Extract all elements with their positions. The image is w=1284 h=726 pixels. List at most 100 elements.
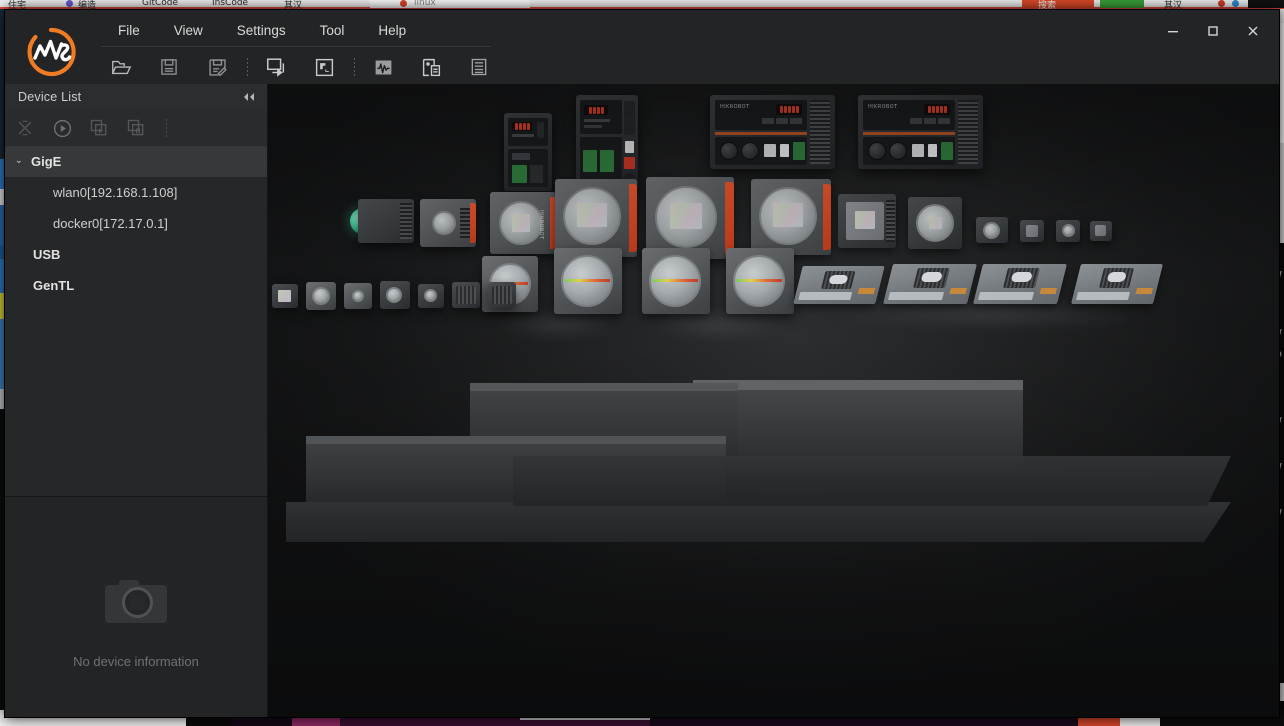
window-controls (1153, 18, 1273, 44)
device-list-header: Device List (5, 84, 267, 111)
background-browser-tabstrip: 住宅 编造 GitCode InsCode 其汉 linux 搜索 其汉 (0, 0, 1284, 9)
batch-stop-icon[interactable] (119, 114, 153, 142)
controller-large-2: HIKROBOT (858, 95, 983, 169)
save-icon[interactable] (149, 52, 189, 82)
bg-text-1: 住宅 (8, 1, 27, 9)
camera-tiny-7 (488, 282, 516, 308)
bg-dot-2 (400, 0, 407, 7)
menu-settings[interactable]: Settings (220, 20, 303, 41)
bg-chip-4 (1248, 0, 1284, 8)
batch-start-icon[interactable] (82, 114, 116, 142)
refresh-devices-icon[interactable] (8, 114, 42, 142)
tree-group-gige[interactable]: ⌄ GigE (5, 146, 267, 177)
frame-grabber-2 (883, 264, 977, 304)
frame-grabber-1 (793, 266, 885, 304)
camera-area-1: HIKROBOT (490, 192, 556, 254)
bg-chip-1 (370, 0, 530, 8)
mvs-application-window: File View Settings Tool Help Device List… (4, 9, 1280, 718)
log-list-icon[interactable] (459, 52, 499, 82)
minimize-button[interactable] (1153, 18, 1193, 44)
menu-file[interactable]: File (101, 20, 157, 41)
bg-dot-4 (1232, 0, 1239, 7)
bg-dot-3 (1218, 0, 1225, 7)
splash-image: HIKROBOT HIKROBOT HIKROBOT (268, 84, 1279, 717)
platform-floor-2 (513, 456, 1231, 506)
tree-group-usb[interactable]: USB (5, 239, 267, 270)
close-button[interactable] (1233, 18, 1273, 44)
play-icon[interactable] (45, 114, 79, 142)
controller-large-1: HIKROBOT (710, 95, 835, 169)
bg-text-7: 搜索 (1038, 1, 1057, 9)
open-folder-icon[interactable] (101, 52, 141, 82)
camera-mini-2 (1020, 220, 1044, 242)
chevron-down-icon: ⌄ (15, 155, 23, 165)
roi-frame-icon[interactable] (304, 52, 344, 82)
bg-text-4: InsCode (212, 0, 249, 8)
camera-area-4 (751, 179, 831, 255)
camera-compact-1 (420, 199, 476, 247)
camera-tiny-1 (272, 284, 298, 308)
camera-tiny-5 (418, 284, 444, 308)
device-info-empty-state: No device information (5, 497, 267, 717)
menu-separator-line (101, 46, 491, 47)
tree-group-gige-label: GigE (31, 154, 62, 169)
workspace: Device List ⌄ GigE wlan0[192.168.1.108] … (5, 84, 1279, 717)
platform-floor (286, 502, 1231, 542)
bg-text-2: 编造 (78, 1, 97, 9)
camera-tiny-6 (452, 282, 480, 308)
tree-item-wlan0[interactable]: wlan0[192.168.1.108] (5, 177, 267, 208)
mvs-logo-icon (23, 24, 79, 80)
camera-area-6 (908, 197, 962, 249)
camera-tiny-3 (344, 283, 372, 309)
device-tree: ⌄ GigE wlan0[192.168.1.108] docker0[172.… (5, 146, 267, 486)
title-bar: File View Settings Tool Help (5, 10, 1279, 84)
tree-item-docker0-label: docker0[172.17.0.1] (53, 216, 168, 231)
menu-view[interactable]: View (157, 20, 220, 41)
menu-tool[interactable]: Tool (303, 20, 362, 41)
bg-chip-3 (1100, 0, 1144, 8)
bg-text-5: 其汉 (284, 1, 303, 9)
tree-item-docker0[interactable]: docker0[172.17.0.1] (5, 208, 267, 239)
bg-dot-1 (66, 0, 73, 7)
camera-area-3 (646, 177, 734, 259)
maximize-button[interactable] (1193, 18, 1233, 44)
tree-group-gentl[interactable]: GenTL (5, 270, 267, 301)
camera-smart-1 (358, 199, 414, 243)
image-display-area[interactable]: HIKROBOT HIKROBOT HIKROBOT (268, 84, 1279, 717)
camera-area-5 (838, 194, 896, 248)
camera-line-4 (726, 248, 794, 314)
camera-tiny-4 (380, 281, 410, 309)
reflection-1 (498, 312, 618, 338)
camera-line-3 (642, 248, 710, 314)
menu-help[interactable]: Help (361, 20, 423, 41)
menu-bar: File View Settings Tool Help (101, 18, 423, 42)
bg-text-6: linux (414, 0, 436, 8)
tree-group-usb-label: USB (33, 247, 61, 262)
collapse-panel-icon[interactable] (239, 88, 259, 106)
no-device-information-text: No device information (73, 654, 199, 669)
save-as-icon[interactable] (197, 52, 237, 82)
device-list-title: Device List (18, 90, 82, 104)
image-info-icon[interactable] (411, 52, 451, 82)
frame-grabber-3 (973, 264, 1067, 304)
controller-small-2 (576, 95, 638, 191)
device-list-toolbar (5, 110, 267, 147)
bg-text-3: GitCode (142, 0, 179, 8)
reflection-2 (648, 312, 788, 338)
bg-chip-2 (1022, 0, 1094, 8)
reflection-3 (828, 302, 1158, 328)
main-toolbar (101, 50, 507, 84)
controller-small-1 (504, 113, 552, 191)
camera-mini-4 (1090, 221, 1112, 241)
camera-placeholder-icon (105, 577, 167, 623)
waveform-icon[interactable] (363, 52, 403, 82)
camera-tiny-2 (306, 282, 336, 310)
frame-grabber-4 (1071, 264, 1163, 304)
toolbar-separator-2 (354, 58, 355, 76)
bg-text-8: 其汉 (1164, 1, 1183, 9)
camera-line-2 (554, 248, 622, 314)
tree-group-gentl-label: GenTL (33, 278, 75, 293)
camera-area-2 (555, 179, 637, 257)
toolbar-overflow-handle[interactable] (159, 119, 173, 137)
import-export-icon[interactable] (256, 52, 296, 82)
